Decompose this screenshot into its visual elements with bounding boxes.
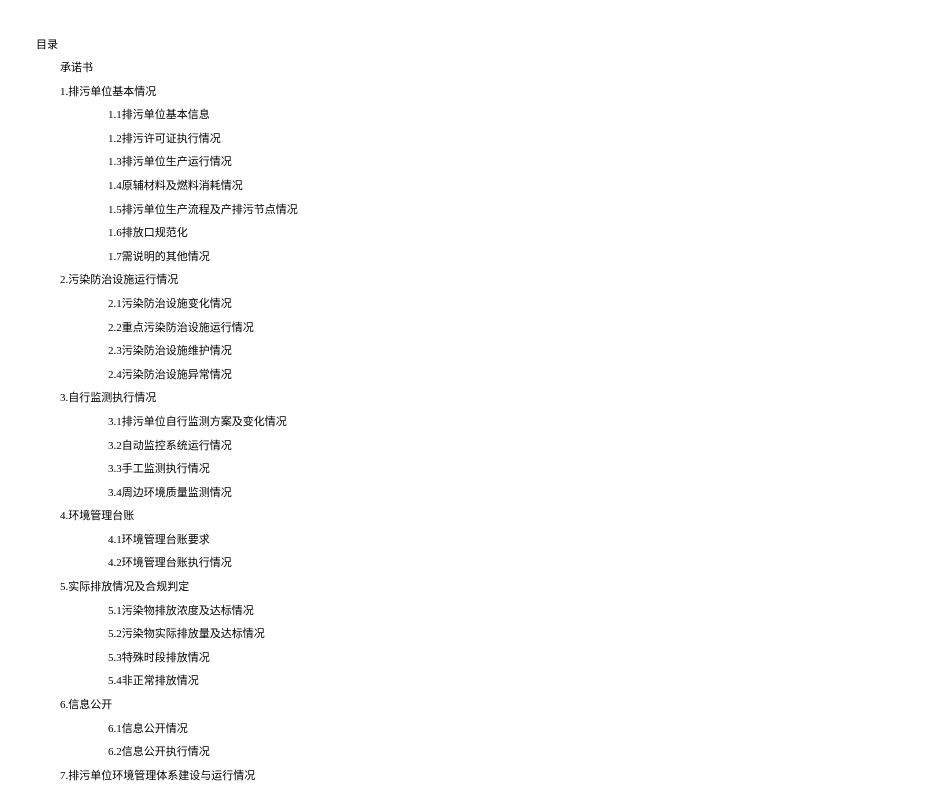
toc-entry: 1.2排污许可证执行情况 xyxy=(36,131,945,149)
toc-entry: 5.3特殊时段排放情况 xyxy=(36,650,945,668)
toc-entry: 1.1排污单位基本信息 xyxy=(36,107,945,125)
toc-entry: 2.污染防治设施运行情况 xyxy=(36,272,945,290)
toc-entry: 6.2信息公开执行情况 xyxy=(36,744,945,762)
toc-link[interactable]: 7.排污单位环境管理体系建设与运行情况 xyxy=(60,770,255,782)
toc-link[interactable]: 1.2排污许可证执行情况 xyxy=(108,133,221,145)
toc-entry: 1.6排放口规范化 xyxy=(36,225,945,243)
toc-entry: 4.2环境管理台账执行情况 xyxy=(36,555,945,573)
toc-link[interactable]: 4.环境管理台账 xyxy=(60,510,134,522)
toc-entry: 3.3手工监测执行情况 xyxy=(36,461,945,479)
toc-link[interactable]: 3.自行监测执行情况 xyxy=(60,392,156,404)
toc-container: 承诺书 1.排污单位基本情况 1.1排污单位基本信息 1.2排污许可证执行情况 1.3排… xyxy=(36,60,945,785)
toc-link[interactable]: 2.污染防治设施运行情况 xyxy=(60,274,178,286)
toc-link[interactable]: 1.3排污单位生产运行情况 xyxy=(108,156,232,168)
toc-entry: 3.1排污单位自行监测方案及变化情况 xyxy=(36,414,945,432)
toc-link[interactable]: 1.1排污单位基本信息 xyxy=(108,109,210,121)
toc-entry: 3.4周边环境质量监测情况 xyxy=(36,485,945,503)
toc-entry: 2.1污染防治设施变化情况 xyxy=(36,296,945,314)
toc-entry: 2.4污染防治设施异常情况 xyxy=(36,367,945,385)
toc-link[interactable]: 1.排污单位基本情况 xyxy=(60,86,156,98)
toc-link[interactable]: 5.实际排放情况及合规判定 xyxy=(60,581,189,593)
toc-link[interactable]: 3.1排污单位自行监测方案及变化情况 xyxy=(108,416,287,428)
toc-entry: 5.1污染物排放浓度及达标情况 xyxy=(36,603,945,621)
toc-entry: 2.2重点污染防治设施运行情况 xyxy=(36,320,945,338)
toc-link[interactable]: 承诺书 xyxy=(60,62,93,74)
toc-link[interactable]: 5.3特殊时段排放情况 xyxy=(108,652,210,664)
toc-link[interactable]: 5.2污染物实际排放量及达标情况 xyxy=(108,628,265,640)
toc-entry: 2.3污染防治设施维护情况 xyxy=(36,343,945,361)
toc-link[interactable]: 1.4原辅材料及燃料消耗情况 xyxy=(108,180,243,192)
toc-link[interactable]: 3.4周边环境质量监测情况 xyxy=(108,487,232,499)
toc-link[interactable]: 4.2环境管理台账执行情况 xyxy=(108,557,232,569)
toc-entry: 1.排污单位基本情况 xyxy=(36,84,945,102)
toc-link[interactable]: 1.6排放口规范化 xyxy=(108,227,188,239)
toc-link[interactable]: 5.1污染物排放浓度及达标情况 xyxy=(108,605,254,617)
toc-entry: 5.实际排放情况及合规判定 xyxy=(36,579,945,597)
toc-link[interactable]: 2.1污染防治设施变化情况 xyxy=(108,298,232,310)
toc-entry: 4.1环境管理台账要求 xyxy=(36,532,945,550)
toc-link[interactable]: 5.4非正常排放情况 xyxy=(108,675,199,687)
toc-link[interactable]: 4.1环境管理台账要求 xyxy=(108,534,210,546)
toc-entry: 承诺书 xyxy=(36,60,945,78)
toc-link[interactable]: 6.1信息公开情况 xyxy=(108,723,188,735)
toc-link[interactable]: 6.信息公开 xyxy=(60,699,112,711)
toc-entry: 4.环境管理台账 xyxy=(36,508,945,526)
toc-entry: 3.自行监测执行情况 xyxy=(36,390,945,408)
toc-entry: 7.排污单位环境管理体系建设与运行情况 xyxy=(36,768,945,786)
toc-title: 目录 xyxy=(36,36,945,52)
toc-entry: 1.5排污单位生产流程及产排污节点情况 xyxy=(36,202,945,220)
toc-link[interactable]: 1.7需说明的其他情况 xyxy=(108,251,210,263)
toc-link[interactable]: 3.3手工监测执行情况 xyxy=(108,463,210,475)
toc-link[interactable]: 3.2自动监控系统运行情况 xyxy=(108,440,232,452)
toc-entry: 1.3排污单位生产运行情况 xyxy=(36,154,945,172)
toc-entry: 3.2自动监控系统运行情况 xyxy=(36,438,945,456)
toc-entry: 6.信息公开 xyxy=(36,697,945,715)
toc-entry: 5.4非正常排放情况 xyxy=(36,673,945,691)
toc-entry: 1.4原辅材料及燃料消耗情况 xyxy=(36,178,945,196)
toc-entry: 6.1信息公开情况 xyxy=(36,721,945,739)
toc-title-text: 目录 xyxy=(36,39,58,51)
toc-link[interactable]: 2.4污染防治设施异常情况 xyxy=(108,369,232,381)
toc-link[interactable]: 6.2信息公开执行情况 xyxy=(108,746,210,758)
toc-link[interactable]: 1.5排污单位生产流程及产排污节点情况 xyxy=(108,204,298,216)
toc-link[interactable]: 2.2重点污染防治设施运行情况 xyxy=(108,322,254,334)
toc-entry: 1.7需说明的其他情况 xyxy=(36,249,945,267)
toc-link[interactable]: 2.3污染防治设施维护情况 xyxy=(108,345,232,357)
toc-entry: 5.2污染物实际排放量及达标情况 xyxy=(36,626,945,644)
